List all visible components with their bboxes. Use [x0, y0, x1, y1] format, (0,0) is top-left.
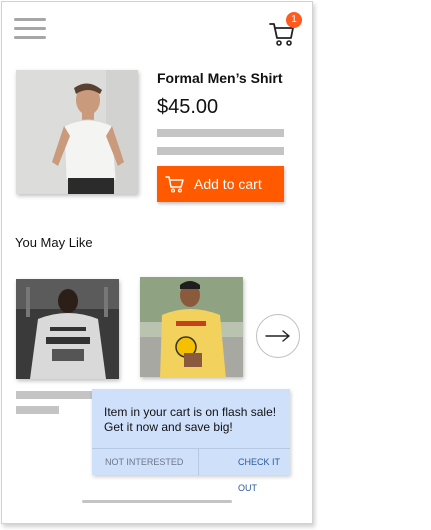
notification-button-divider	[198, 448, 199, 475]
recommended-product-image[interactable]	[140, 277, 243, 377]
recommended-product-image[interactable]	[16, 279, 119, 379]
notification-message: Item in your cart is on flash sale! Get …	[104, 405, 277, 434]
arrow-right-icon	[265, 330, 290, 342]
product-image[interactable]	[16, 70, 138, 194]
cart-icon	[165, 176, 184, 193]
description-placeholder-line	[157, 129, 284, 137]
next-arrow-button[interactable]	[256, 314, 300, 358]
cart-count-badge: 1	[286, 12, 302, 28]
you-may-like-heading: You May Like	[15, 235, 93, 250]
hamburger-menu-icon[interactable]	[14, 18, 46, 42]
phone-frame: 1 Formal Men’s Shirt $45.00 Add to cart …	[1, 1, 313, 524]
recommendation-placeholder-line	[16, 406, 59, 414]
product-name: Formal Men’s Shirt	[157, 70, 283, 86]
home-indicator	[82, 500, 232, 503]
description-placeholder-line	[157, 147, 284, 155]
check-it-out-button[interactable]: CHECK IT OUT	[238, 449, 290, 493]
add-to-cart-label: Add to cart	[194, 176, 262, 192]
flash-sale-notification: Item in your cart is on flash sale! Get …	[92, 389, 290, 493]
product-price: $45.00	[157, 96, 219, 118]
add-to-cart-button[interactable]: Add to cart	[157, 166, 284, 202]
not-interested-button[interactable]: NOT INTERESTED	[105, 449, 183, 475]
